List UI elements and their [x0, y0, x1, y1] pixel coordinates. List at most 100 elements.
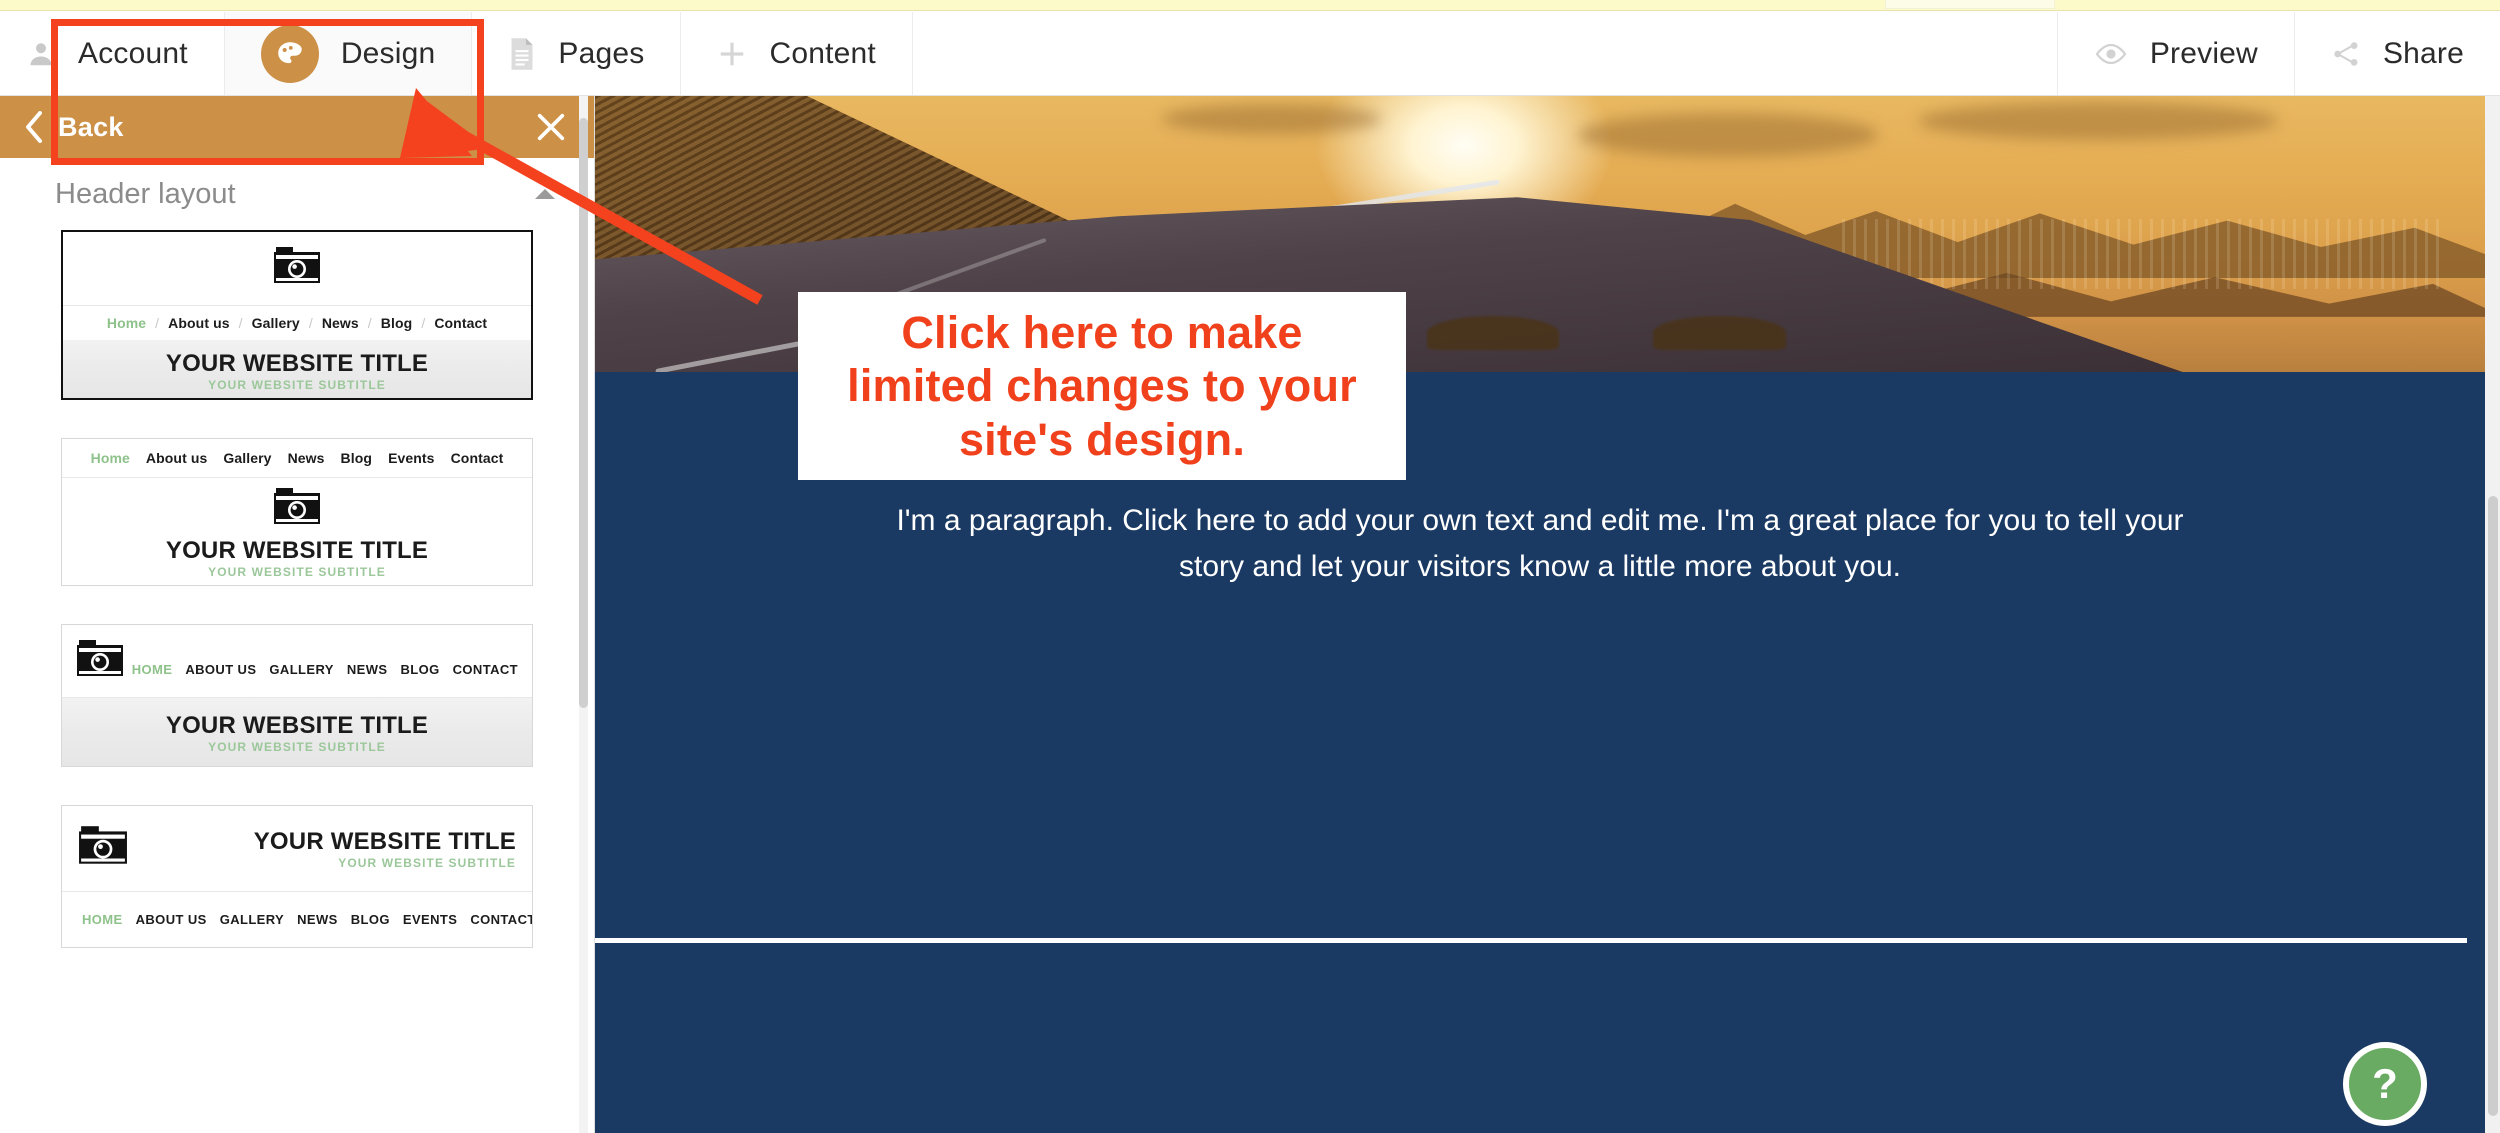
camera-icon	[273, 488, 321, 531]
nav-link: Blog	[380, 315, 413, 331]
thumb-site-title: YOUR WEBSITE TITLE	[165, 350, 429, 377]
annotation-callout-text: Click here to make limited changes to yo…	[847, 306, 1357, 465]
site-preview: I'm a paragraph. Click here to add your …	[595, 96, 2485, 1133]
thumb-nav: Home About us Gallery News Blog Events C…	[62, 439, 532, 477]
nav-link: GALLERY	[219, 912, 285, 927]
partial-dialog-outline	[1885, 0, 2055, 9]
nav-link: CONTACT	[452, 661, 518, 677]
nav-link: Blog	[340, 450, 373, 466]
camera-icon	[78, 826, 128, 871]
browser-notification-strip	[0, 0, 2500, 11]
site-scrollbar[interactable]	[2485, 96, 2500, 1133]
help-label: ?	[2372, 1060, 2398, 1107]
nav-link: EVENTS	[402, 912, 458, 927]
site-about-section[interactable]: I'm a paragraph. Click here to add your …	[595, 372, 2485, 1133]
share-icon	[2331, 39, 2361, 69]
header-layout-option[interactable]: YOUR WEBSITE TITLE YOUR WEBSITE SUBTITLE…	[61, 805, 533, 948]
annotation-callout: Click here to make limited changes to yo…	[798, 292, 1406, 480]
nav-link: ABOUT US	[135, 912, 207, 927]
thumb-banner: YOUR WEBSITE TITLE YOUR WEBSITE SUBTITLE	[62, 698, 532, 766]
document-icon	[508, 37, 536, 71]
design-panel: Back Header layout Home / About us / Gal…	[0, 96, 595, 1133]
palette-icon	[260, 24, 319, 83]
toolbar-item-label: Account	[78, 36, 188, 70]
nav-link: About us	[145, 450, 208, 466]
thumb-nav: HOME ABOUT US GALLERY NEWS BLOG CONTACT	[124, 646, 518, 677]
section-divider-rule	[595, 938, 2467, 943]
nav-link: Gallery	[251, 315, 300, 331]
back-label: Back	[58, 111, 124, 142]
design-panel-scrollbar-thumb[interactable]	[579, 118, 588, 708]
close-panel-button[interactable]	[530, 106, 572, 148]
editor-toolbar: Account Design Pages Content Preview Sha…	[0, 12, 2500, 96]
thumb-nav: Home / About us / Gallery / News / Blog / Con…	[106, 315, 488, 331]
thumb-site-subtitle: YOUR WEBSITE SUBTITLE	[208, 565, 386, 579]
cloud	[1577, 112, 1878, 157]
back-button[interactable]: Back	[24, 111, 124, 143]
design-panel-scrollbar[interactable]	[579, 96, 588, 1133]
nav-link: CONTACT	[470, 912, 533, 927]
toolbar-item-label: Design	[340, 36, 436, 70]
header-layout-option[interactable]: Home / About us / Gallery / News / Blog / Con…	[61, 230, 533, 400]
nav-link: HOME	[82, 912, 123, 927]
thumb-site-title: YOUR WEBSITE TITLE	[165, 537, 429, 564]
nav-link: BLOG	[400, 661, 440, 677]
nav-link: Events	[388, 450, 435, 466]
toolbar-item-label: Preview	[2149, 36, 2258, 70]
thumb-site-title: YOUR WEBSITE TITLE	[165, 712, 429, 739]
toolbar-item-content[interactable]: Content	[681, 12, 913, 95]
nav-link: About us	[168, 315, 230, 331]
toolbar-item-label: Content	[769, 36, 876, 70]
callout-line: Click here to make	[901, 307, 1303, 359]
nav-link: News	[321, 315, 359, 331]
chevron-up-icon	[534, 187, 556, 201]
toolbar-item-preview[interactable]: Preview	[2056, 12, 2294, 95]
nav-link: HOME	[131, 661, 173, 677]
header-layout-section-title: Header layout	[55, 177, 236, 210]
callout-line: site's design.	[958, 413, 1246, 465]
nav-link: Contact	[434, 315, 488, 331]
toolbar-item-label: Pages	[558, 36, 645, 70]
camera-icon	[76, 639, 124, 683]
eye-icon	[2094, 42, 2128, 66]
header-layout-option[interactable]: HOME ABOUT US GALLERY NEWS BLOG CONTACT …	[61, 624, 533, 767]
nav-link: Home	[90, 450, 130, 466]
plus-icon	[717, 39, 747, 69]
thumb-banner: YOUR WEBSITE TITLE YOUR WEBSITE SUBTITLE	[128, 828, 516, 870]
toolbar-right-group: Preview Share	[2056, 12, 2500, 95]
toolbar-item-account[interactable]: Account	[0, 12, 225, 95]
header-layout-section-toggle[interactable]: Header layout	[0, 158, 594, 230]
camera-icon	[273, 247, 321, 290]
nav-link: GALLERY	[269, 661, 334, 677]
hero-hillside-town	[1842, 219, 2448, 290]
thumb-nav: HOME ABOUT US GALLERY NEWS BLOG EVENTS C…	[62, 892, 532, 947]
hero-brush	[1426, 316, 1559, 350]
site-scrollbar-thumb[interactable]	[2488, 496, 2498, 1116]
person-icon	[26, 39, 56, 69]
header-layout-list: Home / About us / Gallery / News / Blog / Con…	[0, 230, 594, 1026]
thumb-site-subtitle: YOUR WEBSITE SUBTITLE	[208, 740, 386, 754]
toolbar-item-share[interactable]: Share	[2293, 12, 2500, 95]
nav-link: NEWS	[297, 912, 338, 927]
header-layout-option[interactable]: Home About us Gallery News Blog Events C…	[61, 438, 533, 586]
design-panel-header: Back	[0, 96, 594, 158]
nav-link: NEWS	[346, 661, 388, 677]
nav-link: ABOUT US	[185, 661, 257, 677]
nav-link: BLOG	[350, 912, 390, 927]
nav-link: Gallery	[223, 450, 272, 466]
nav-link: Contact	[450, 450, 504, 466]
thumb-site-subtitle: YOUR WEBSITE SUBTITLE	[338, 855, 516, 870]
thumb-banner: YOUR WEBSITE TITLE YOUR WEBSITE SUBTITLE	[63, 340, 531, 398]
chevron-left-icon	[24, 111, 44, 143]
hero-brush	[1653, 316, 1786, 350]
toolbar-item-design[interactable]: Design	[224, 12, 473, 95]
nav-link: News	[287, 450, 325, 466]
help-button[interactable]: ?	[2343, 1042, 2427, 1126]
nav-link: Home	[106, 315, 147, 331]
editor-root: Account Design Pages Content Preview Sha…	[0, 0, 2500, 1133]
toolbar-item-pages[interactable]: Pages	[472, 12, 682, 95]
thumb-site-subtitle: YOUR WEBSITE SUBTITLE	[208, 378, 386, 392]
toolbar-left-group: Account Design Pages Content	[0, 12, 913, 95]
cloud	[1918, 101, 2278, 140]
